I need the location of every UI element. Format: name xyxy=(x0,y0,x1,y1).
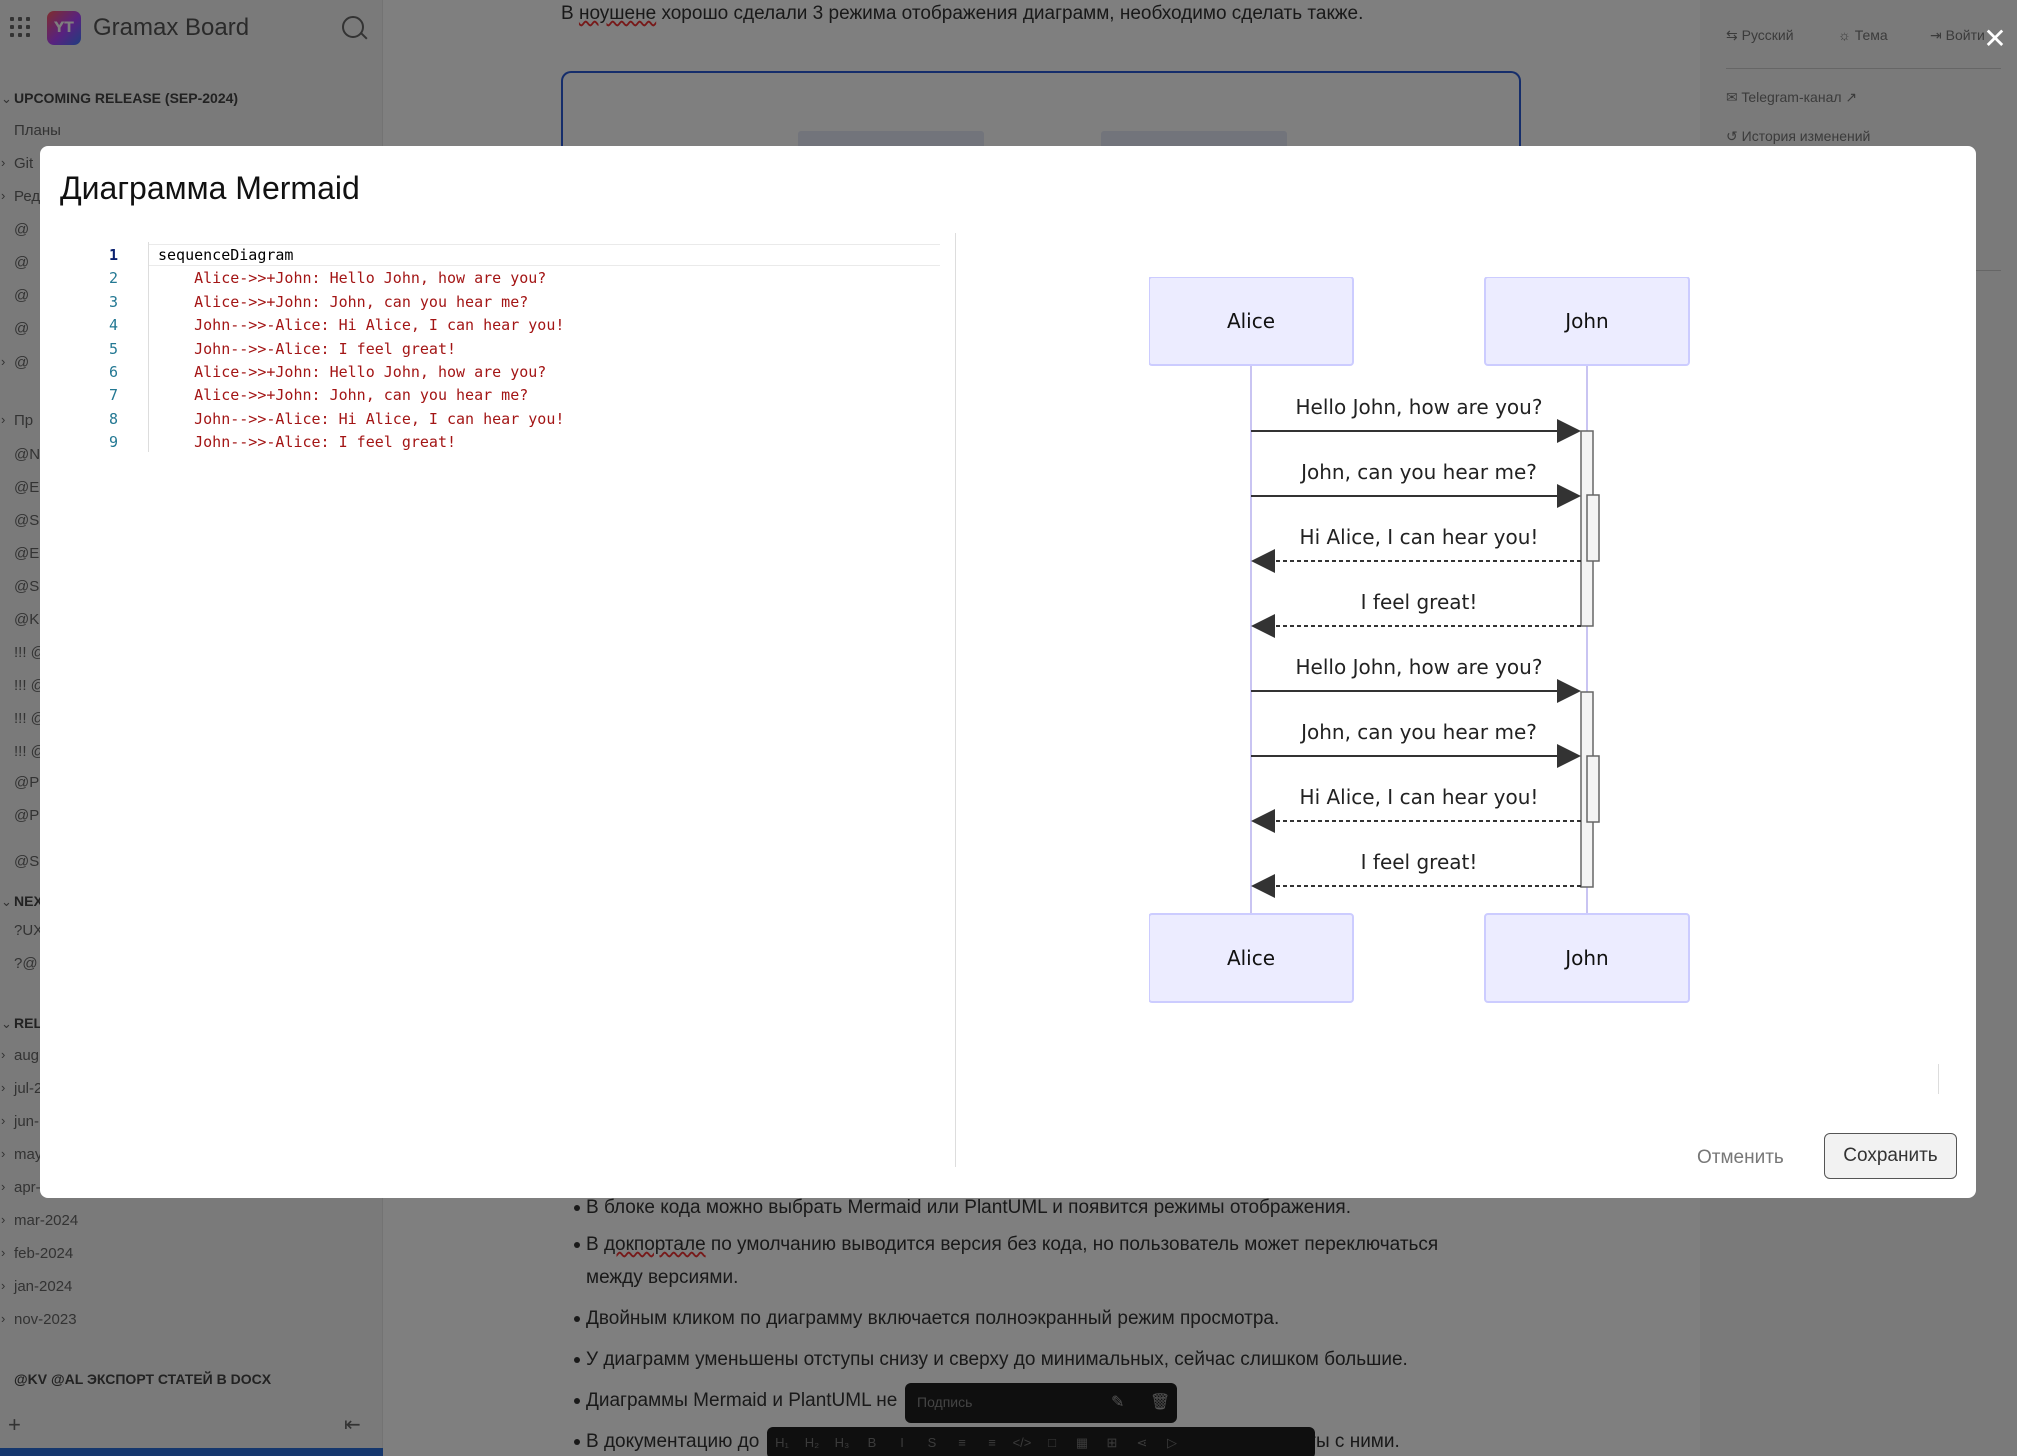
message-label: I feel great! xyxy=(1361,850,1478,874)
code-line[interactable]: Alice->>+John: Hello John, how are you? xyxy=(158,269,546,287)
message-label: John, can you hear me? xyxy=(1299,460,1537,484)
line-number: 7 xyxy=(108,386,118,405)
line-number: 8 xyxy=(108,409,118,428)
close-icon[interactable]: ✕ xyxy=(1980,24,2010,54)
line-number: 6 xyxy=(108,363,118,381)
line-number: 4 xyxy=(108,316,118,335)
code-line[interactable]: Alice->>+John: John, can you hear me? xyxy=(158,386,528,404)
preview-scroll-edge xyxy=(1938,1064,1939,1094)
activation-box xyxy=(1586,755,1600,823)
mermaid-editor-modal: Диаграмма Mermaid 1 sequenceDiagram 2 Alic… xyxy=(40,146,1976,1198)
code-line[interactable]: John-->>-Alice: Hi Alice, I can hear you… xyxy=(158,410,564,428)
diagram-preview: Alice Alice John John Hello John, how are yo… xyxy=(1149,277,1749,1057)
actor-label: Alice xyxy=(1227,309,1275,333)
message-label: Hello John, how are you? xyxy=(1296,655,1543,679)
gutter-divider xyxy=(148,242,149,452)
pane-divider[interactable] xyxy=(955,233,956,1167)
code-line[interactable]: sequenceDiagram xyxy=(158,246,293,264)
actor-label: Alice xyxy=(1227,946,1275,970)
save-button[interactable]: Сохранить xyxy=(1824,1133,1957,1179)
message-label: John, can you hear me? xyxy=(1299,720,1537,744)
message-label: Hi Alice, I can hear you! xyxy=(1300,525,1539,549)
line-number: 1 xyxy=(108,246,118,264)
message-label: Hello John, how are you? xyxy=(1296,395,1543,419)
code-line[interactable]: Alice->>+John: Hello John, how are you? xyxy=(158,363,546,381)
line-number: 2 xyxy=(108,269,118,288)
sequence-diagram: Alice Alice John John Hello John, how are yo… xyxy=(1149,277,1690,1003)
message-label: Hi Alice, I can hear you! xyxy=(1300,785,1539,809)
activation-box xyxy=(1586,494,1600,562)
code-line[interactable]: Alice->>+John: John, can you hear me? xyxy=(158,293,528,311)
cancel-button[interactable]: Отменить xyxy=(1685,1136,1796,1180)
modal-title: Диаграмма Mermaid xyxy=(60,170,360,206)
code-line[interactable]: John-->>-Alice: Hi Alice, I can hear you… xyxy=(158,316,564,334)
code-line[interactable]: John-->>-Alice: I feel great! xyxy=(158,340,456,358)
actor-label: John xyxy=(1563,946,1609,970)
line-number: 3 xyxy=(108,292,118,311)
code-editor[interactable]: 1 sequenceDiagram 2 Alice->>+John: Hello J… xyxy=(90,242,940,462)
line-number: 9 xyxy=(108,433,118,452)
message-label: I feel great! xyxy=(1361,590,1478,614)
actor-label: John xyxy=(1563,309,1609,333)
line-number: 5 xyxy=(108,339,118,358)
code-line[interactable]: John-->>-Alice: I feel great! xyxy=(158,433,456,451)
